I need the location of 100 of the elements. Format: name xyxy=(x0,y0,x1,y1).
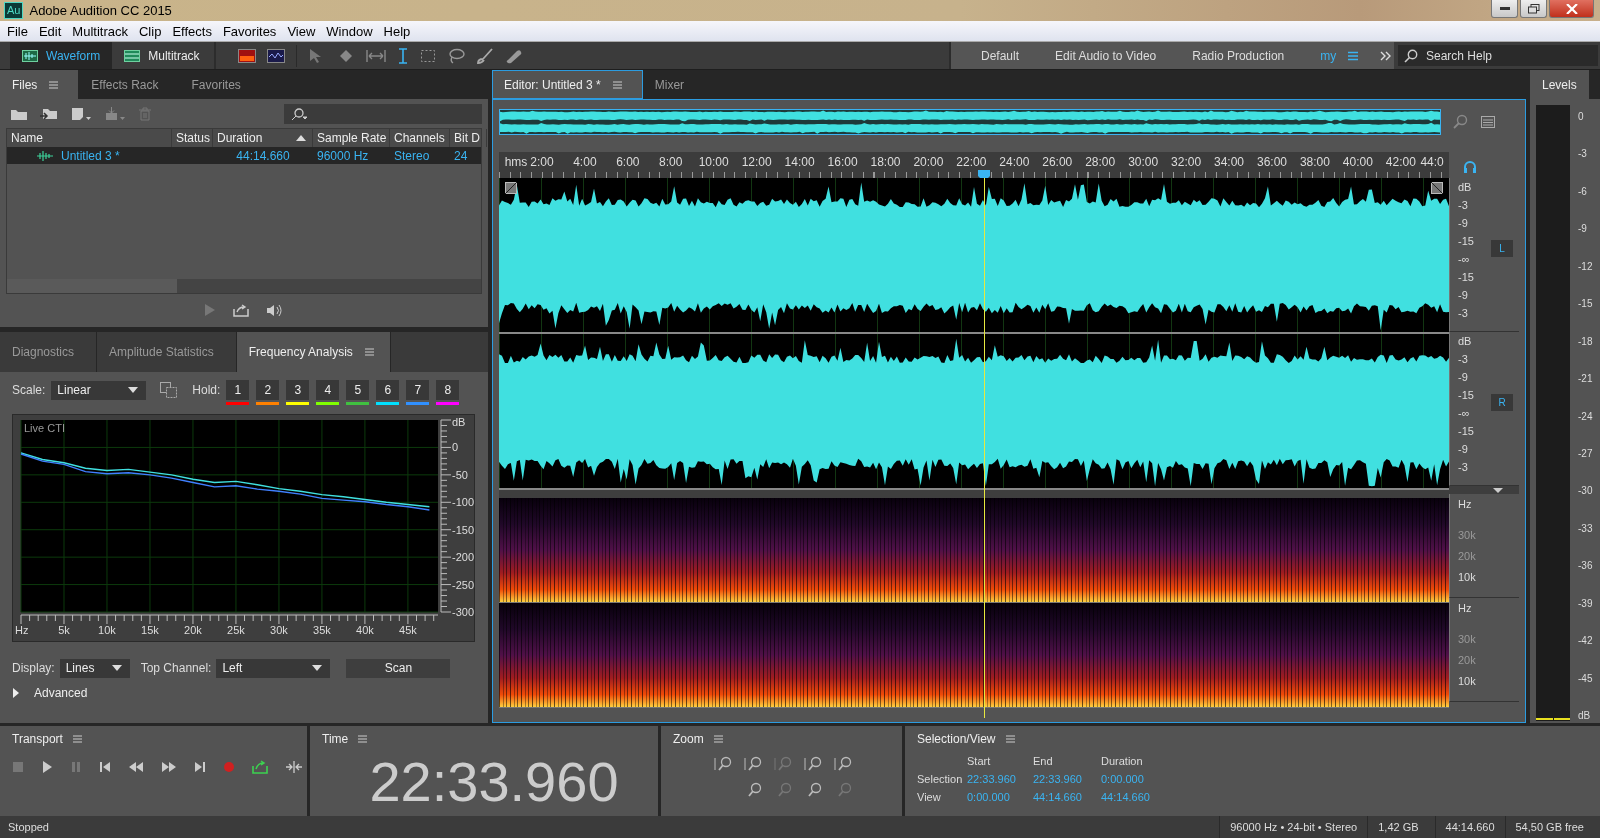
close-button[interactable] xyxy=(1549,0,1594,18)
search-field[interactable]: Search Help xyxy=(1398,45,1598,66)
hz-scale-label: 10k xyxy=(1458,571,1477,583)
menu-icon[interactable] xyxy=(1005,735,1015,743)
list-icon[interactable] xyxy=(1481,116,1495,128)
copy-icon[interactable] xyxy=(160,382,179,398)
rewind-icon[interactable] xyxy=(128,761,144,773)
hz-scale-label: Hz xyxy=(1458,498,1473,510)
time-ruler[interactable]: hms 2:00 4:00 6:00 8:00 10:00 12:00 14:00 16:00 18:00 20:00 22:00 24:00 26:00 28:00 30:00 32:00 34:00 36:00 38:00 40:00 42:00 44:0 xyxy=(499,152,1449,178)
db-scale-label: -15 xyxy=(1458,271,1474,283)
meter-scale-label: -15 xyxy=(1578,298,1593,310)
caret-down-icon[interactable] xyxy=(1493,487,1503,493)
panel-tab[interactable]: Diagnostics xyxy=(0,332,98,372)
meter-scale-label: -24 xyxy=(1578,410,1593,422)
top-channel-dropdown[interactable]: Left xyxy=(216,658,331,678)
skip-forward-icon[interactable] xyxy=(194,761,206,773)
menu-item[interactable]: View xyxy=(282,23,322,39)
scan-button[interactable]: Scan xyxy=(346,658,451,678)
zoom-icon[interactable] xyxy=(1453,114,1469,130)
workspace-tab[interactable]: Edit Audio to Video xyxy=(1037,48,1175,63)
spectrogram[interactable] xyxy=(499,603,1449,708)
overview-waveform[interactable] xyxy=(499,109,1441,135)
speaker-icon[interactable] xyxy=(266,303,284,317)
menu-icon[interactable] xyxy=(72,735,82,743)
mode-button[interactable]: Waveform xyxy=(10,42,113,69)
chevrons-icon[interactable] xyxy=(1380,50,1393,61)
hz-scale-label: 10k xyxy=(1458,675,1477,687)
menu-item[interactable]: Favorites xyxy=(217,23,283,39)
skip-back-icon[interactable] xyxy=(99,761,111,773)
meter-scale-label: -36 xyxy=(1578,560,1593,572)
menu-item[interactable]: Clip xyxy=(134,23,168,39)
import-folder-icon[interactable] xyxy=(40,106,58,121)
ruler-label: 26:00 xyxy=(1042,155,1073,169)
spectrum-view-icon[interactable] xyxy=(237,48,256,63)
display-dropdown[interactable]: Lines xyxy=(59,658,130,678)
scrollbar-thumb[interactable] xyxy=(7,278,177,293)
menu-item[interactable]: Multitrack xyxy=(67,23,134,39)
bandage-icon[interactable] xyxy=(504,47,523,64)
waveform-channel[interactable] xyxy=(499,178,1449,334)
skip-output-icon[interactable] xyxy=(285,761,303,773)
meter-scale-label: -21 xyxy=(1578,373,1593,385)
new-file-icon[interactable] xyxy=(70,106,92,121)
menu-icon[interactable] xyxy=(1348,50,1359,61)
channel-label[interactable]: R xyxy=(1491,394,1513,411)
panel-tab[interactable]: Amplitude Statistics xyxy=(97,332,237,372)
fade-out-handle[interactable] xyxy=(1431,182,1443,194)
spectrogram[interactable] xyxy=(499,498,1449,603)
marquee-icon[interactable] xyxy=(419,47,436,64)
time-selection-icon[interactable] xyxy=(396,47,409,64)
editor-tab[interactable]: Editor: Untitled 3 * xyxy=(492,70,643,99)
ruler-label: hms xyxy=(504,155,528,169)
slip-tool-icon[interactable] xyxy=(365,47,386,64)
ruler-label: 14:00 xyxy=(784,155,815,169)
waveform-channel[interactable] xyxy=(499,334,1449,490)
minimize-icon xyxy=(1499,6,1510,11)
panel-tab[interactable]: Levels xyxy=(1530,70,1590,99)
meter-scale-label: -3 xyxy=(1578,148,1588,160)
splitter-handle[interactable] xyxy=(499,490,1449,498)
channel-label[interactable]: L xyxy=(1491,240,1513,257)
status-text: Stopped xyxy=(7,821,49,833)
scale-dropdown[interactable]: Linear xyxy=(51,380,147,400)
minimize-button[interactable] xyxy=(1491,0,1518,18)
ruler-label: 10:00 xyxy=(698,155,729,169)
play-icon[interactable] xyxy=(41,761,53,773)
meter-scale-label: -39 xyxy=(1578,597,1593,609)
menu-item[interactable]: File xyxy=(2,23,34,39)
menu-icon[interactable] xyxy=(713,735,723,743)
fade-in-handle[interactable] xyxy=(505,182,517,194)
menu-item[interactable]: Window xyxy=(321,23,379,39)
workspace-tab[interactable]: Default xyxy=(963,48,1038,63)
panel-tab[interactable]: Effects Rack xyxy=(79,70,180,99)
menu-icon[interactable] xyxy=(49,80,59,89)
mode-button[interactable]: Multitrack xyxy=(112,42,212,69)
lasso-icon[interactable] xyxy=(446,47,465,64)
search-field[interactable] xyxy=(284,103,482,124)
menu-item[interactable]: Help xyxy=(378,23,417,39)
menu-item[interactable]: Edit xyxy=(33,23,68,39)
hz-scale-label: 30k xyxy=(1458,633,1477,645)
menu-item[interactable]: Effects xyxy=(167,23,218,39)
export-icon[interactable] xyxy=(233,303,249,317)
menu-icon[interactable] xyxy=(364,348,374,356)
panel-tab[interactable]: Files xyxy=(0,70,80,99)
menu-icon[interactable] xyxy=(358,735,368,743)
maximize-button[interactable] xyxy=(1520,0,1547,18)
loop-icon[interactable] xyxy=(252,760,268,774)
advanced-toggle[interactable]: Advanced xyxy=(12,686,488,700)
workspace-tab[interactable]: Radio Production xyxy=(1174,48,1303,63)
column-label: Duration xyxy=(217,131,263,146)
hz-scale-label: 20k xyxy=(1458,550,1477,562)
panel-tab[interactable]: Frequency Analysis xyxy=(236,332,391,372)
headphones-icon[interactable] xyxy=(1463,160,1477,174)
panel-tab[interactable]: Favorites xyxy=(179,70,262,99)
ruler-label: 22:00 xyxy=(956,155,987,169)
brush-icon[interactable] xyxy=(475,47,494,64)
close-icon xyxy=(1565,3,1578,14)
file-row[interactable]: Untitled 3 * 44:14.660 96000 Hz Stereo 24 xyxy=(7,147,481,165)
insert-icon[interactable] xyxy=(104,106,126,121)
fast-forward-icon[interactable] xyxy=(161,761,177,773)
pitch-view-icon[interactable] xyxy=(266,48,285,63)
menu-icon[interactable] xyxy=(612,80,622,89)
